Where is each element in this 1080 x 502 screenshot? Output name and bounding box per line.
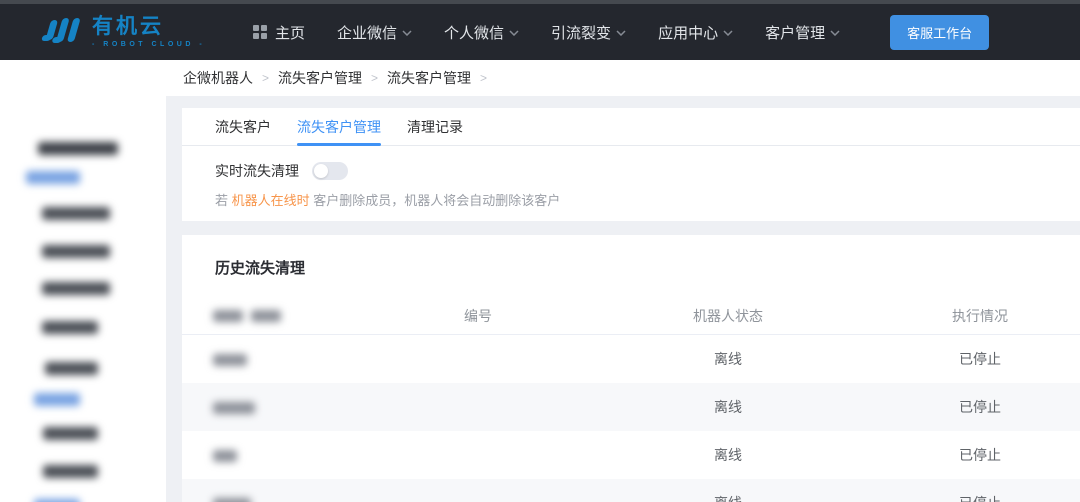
nav-item-label: 主页	[275, 22, 305, 43]
sidebar-item-redacted[interactable]	[26, 171, 80, 184]
realtime-cleanup-label: 实时流失清理	[215, 161, 299, 181]
nav-item-traffic-fission[interactable]: 引流裂变	[551, 22, 626, 43]
app-logo[interactable]: 有机云 - ROBOT CLOUD -	[40, 16, 215, 48]
nav-item-label: 应用中心	[658, 22, 718, 43]
note-highlight: 机器人在线时	[232, 193, 310, 208]
logo-subtitle: - ROBOT CLOUD -	[92, 41, 205, 48]
tab-lost-customer-management[interactable]: 流失客户管理	[297, 108, 381, 145]
sidebar-item-redacted[interactable]	[43, 427, 98, 440]
chevron-down-icon	[509, 30, 519, 36]
cell-robot-status: 离线	[576, 397, 880, 417]
window-top-strip	[0, 0, 1080, 4]
loss-settings-card: 流失客户 流失客户管理 清理记录 实时流失清理 若 机器人在线时 客户删除成员，…	[182, 108, 1080, 221]
cell-execution: 已停止	[880, 397, 1080, 417]
note-prefix: 若	[215, 193, 232, 208]
breadcrumb-separator: >	[262, 71, 269, 85]
breadcrumb-item[interactable]: 流失客户管理	[278, 68, 362, 88]
column-header-number: 编号	[380, 306, 576, 326]
nav-item-personal-wechat[interactable]: 个人微信	[444, 22, 519, 43]
breadcrumb-separator: >	[371, 71, 378, 85]
chevron-down-icon	[723, 30, 733, 36]
customer-name-redacted	[213, 402, 255, 414]
cell-execution: 已停止	[880, 445, 1080, 465]
tab-lost-customers[interactable]: 流失客户	[215, 108, 271, 145]
chevron-down-icon	[830, 30, 840, 36]
customer-name-redacted	[213, 498, 251, 502]
nav-item-label: 客户管理	[765, 22, 825, 43]
redacted-text	[251, 310, 281, 322]
logo-icon	[40, 17, 82, 47]
redacted-text	[213, 310, 243, 322]
sidebar-item-redacted[interactable]	[45, 362, 98, 375]
sidebar-item-redacted[interactable]	[43, 465, 98, 478]
nav-item-label: 企业微信	[337, 22, 397, 43]
section-title: 历史流失清理	[182, 235, 1080, 278]
sidebar-item-redacted[interactable]	[38, 142, 118, 155]
sidebar-item-redacted[interactable]	[34, 393, 80, 406]
nav-item-customer-management[interactable]: 客户管理	[765, 22, 840, 43]
nav-item-app-center[interactable]: 应用中心	[658, 22, 733, 43]
cell-robot-status: 离线	[576, 445, 880, 465]
realtime-cleanup-toggle[interactable]	[312, 162, 348, 180]
chevron-down-icon	[616, 30, 626, 36]
chevron-down-icon	[402, 30, 412, 36]
tab-cleanup-records[interactable]: 清理记录	[407, 108, 463, 145]
cell-robot-status: 离线	[576, 493, 880, 502]
nav-item-label: 引流裂变	[551, 22, 611, 43]
realtime-cleanup-row: 实时流失清理	[215, 161, 1080, 181]
table-row: 离线 已停止	[182, 431, 1080, 479]
cell-robot-status: 离线	[576, 349, 880, 369]
breadcrumb-item[interactable]: 流失客户管理	[387, 68, 471, 88]
column-header-robot-status: 机器人状态	[576, 306, 880, 326]
breadcrumb-item[interactable]: 企微机器人	[183, 68, 253, 88]
main-menu: 主页 企业微信 个人微信 引流裂变 应用中心 客户管理	[253, 22, 840, 43]
top-navigation: 有机云 - ROBOT CLOUD - 主页 企业微信 个人微信 引流裂变 应用…	[0, 4, 1080, 60]
sidebar	[0, 60, 166, 502]
table-header-row: 编号 机器人状态 执行情况	[182, 298, 1080, 335]
column-header-execution: 执行情况	[880, 306, 1080, 326]
cell-execution: 已停止	[880, 349, 1080, 369]
sidebar-item-redacted[interactable]	[42, 282, 110, 295]
tab-bar: 流失客户 流失客户管理 清理记录	[182, 108, 1080, 146]
sidebar-item-redacted[interactable]	[42, 321, 98, 334]
realtime-cleanup-note: 若 机器人在线时 客户删除成员，机器人将会自动删除该客户	[215, 190, 1080, 209]
nav-item-enterprise-wechat[interactable]: 企业微信	[337, 22, 412, 43]
nav-item-home[interactable]: 主页	[253, 22, 305, 43]
column-header-redacted	[213, 310, 380, 322]
table-row: 离线 已停止	[182, 383, 1080, 431]
customer-name-redacted	[213, 450, 237, 462]
logo-title: 有机云	[92, 16, 205, 37]
history-table: 编号 机器人状态 执行情况 离线 已停止 离线 已停止 离线 已停止	[182, 298, 1080, 502]
customer-name-redacted	[213, 354, 247, 366]
note-suffix: 客户删除成员，机器人将会自动删除该客户	[310, 193, 561, 208]
history-cleanup-card: 历史流失清理 编号 机器人状态 执行情况 离线 已停止 离线	[182, 235, 1080, 502]
table-row: 离线 已停止	[182, 479, 1080, 502]
service-workbench-button[interactable]: 客服工作台	[890, 15, 989, 50]
nav-item-label: 个人微信	[444, 22, 504, 43]
table-row: 离线 已停止	[182, 335, 1080, 383]
breadcrumb: 企微机器人 > 流失客户管理 > 流失客户管理 >	[166, 60, 1080, 96]
home-grid-icon	[253, 25, 267, 39]
cell-execution: 已停止	[880, 493, 1080, 502]
breadcrumb-separator: >	[480, 71, 487, 85]
sidebar-item-redacted[interactable]	[42, 245, 110, 258]
sidebar-item-redacted[interactable]	[42, 207, 110, 220]
main-content: 企微机器人 > 流失客户管理 > 流失客户管理 > 流失客户 流失客户管理 清理…	[166, 60, 1080, 502]
